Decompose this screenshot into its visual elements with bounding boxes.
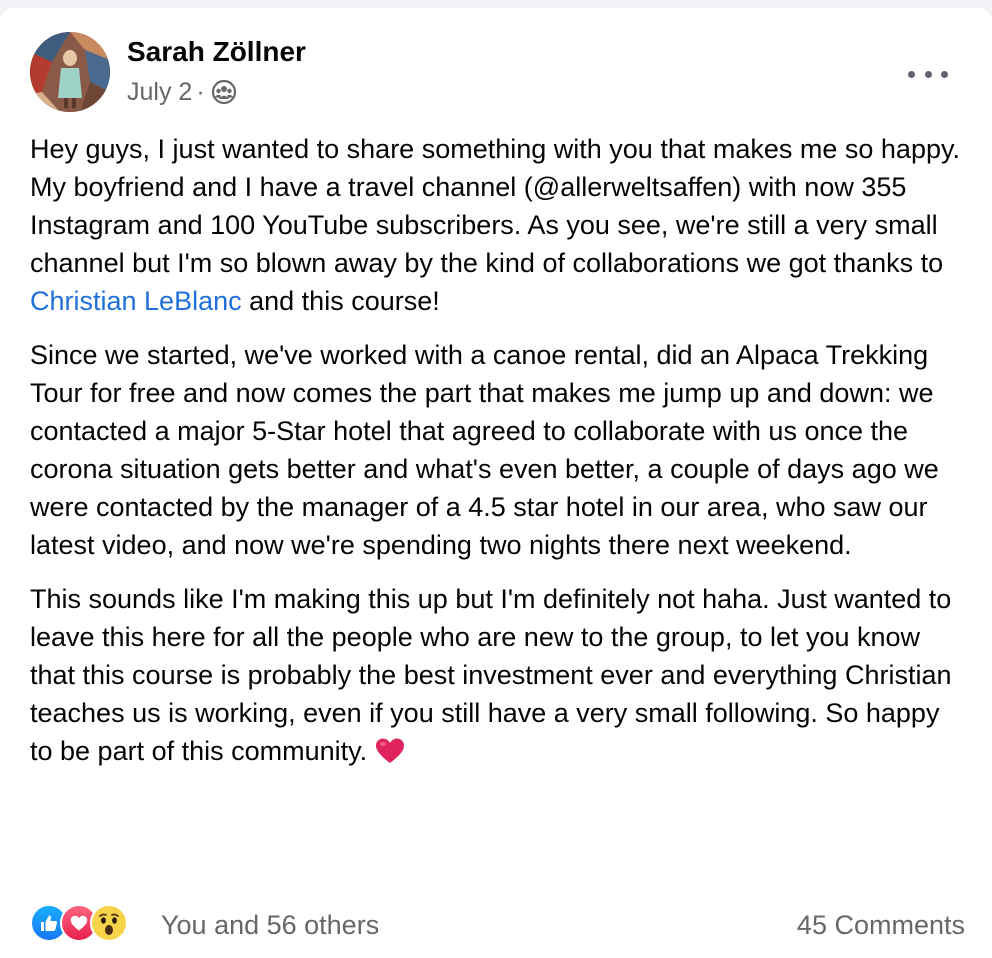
paragraph-1: Hey guys, I just wanted to share somethi… bbox=[30, 130, 965, 320]
paragraph-1-text: Hey guys, I just wanted to share somethi… bbox=[30, 134, 960, 278]
wow-icon bbox=[90, 904, 128, 942]
post-header: Sarah Zöllner July 2 · bbox=[30, 32, 970, 112]
post-footer: You and 56 others 45 Comments bbox=[30, 898, 965, 948]
more-dot bbox=[941, 70, 948, 78]
paragraph-1-tail: and this course! bbox=[241, 286, 440, 316]
mention-link[interactable]: Christian LeBlanc bbox=[30, 286, 242, 316]
author-name[interactable]: Sarah Zöllner bbox=[127, 36, 306, 68]
meta-separator: · bbox=[196, 77, 205, 106]
comments-count[interactable]: 45 Comments bbox=[797, 910, 965, 941]
post-date[interactable]: July 2 bbox=[127, 78, 192, 107]
post-body: Hey guys, I just wanted to share somethi… bbox=[30, 130, 965, 786]
more-dot bbox=[908, 70, 915, 78]
more-options-icon[interactable] bbox=[908, 62, 948, 86]
paragraph-3-text: This sounds like I'm making this up but … bbox=[30, 584, 952, 766]
more-dot bbox=[924, 70, 932, 78]
author-avatar[interactable] bbox=[30, 32, 110, 112]
post-card: Sarah Zöllner July 2 · Hey guys, I just … bbox=[0, 8, 992, 958]
post-meta: July 2 · bbox=[127, 76, 237, 108]
paragraph-2: Since we started, we've worked with a ca… bbox=[30, 340, 939, 560]
paragraph-3: This sounds like I'm making this up but … bbox=[30, 580, 965, 770]
reaction-summary[interactable]: You and 56 others bbox=[161, 910, 379, 941]
red-heart-icon bbox=[375, 737, 405, 765]
reaction-icons[interactable] bbox=[30, 904, 128, 942]
group-icon[interactable] bbox=[211, 79, 237, 105]
